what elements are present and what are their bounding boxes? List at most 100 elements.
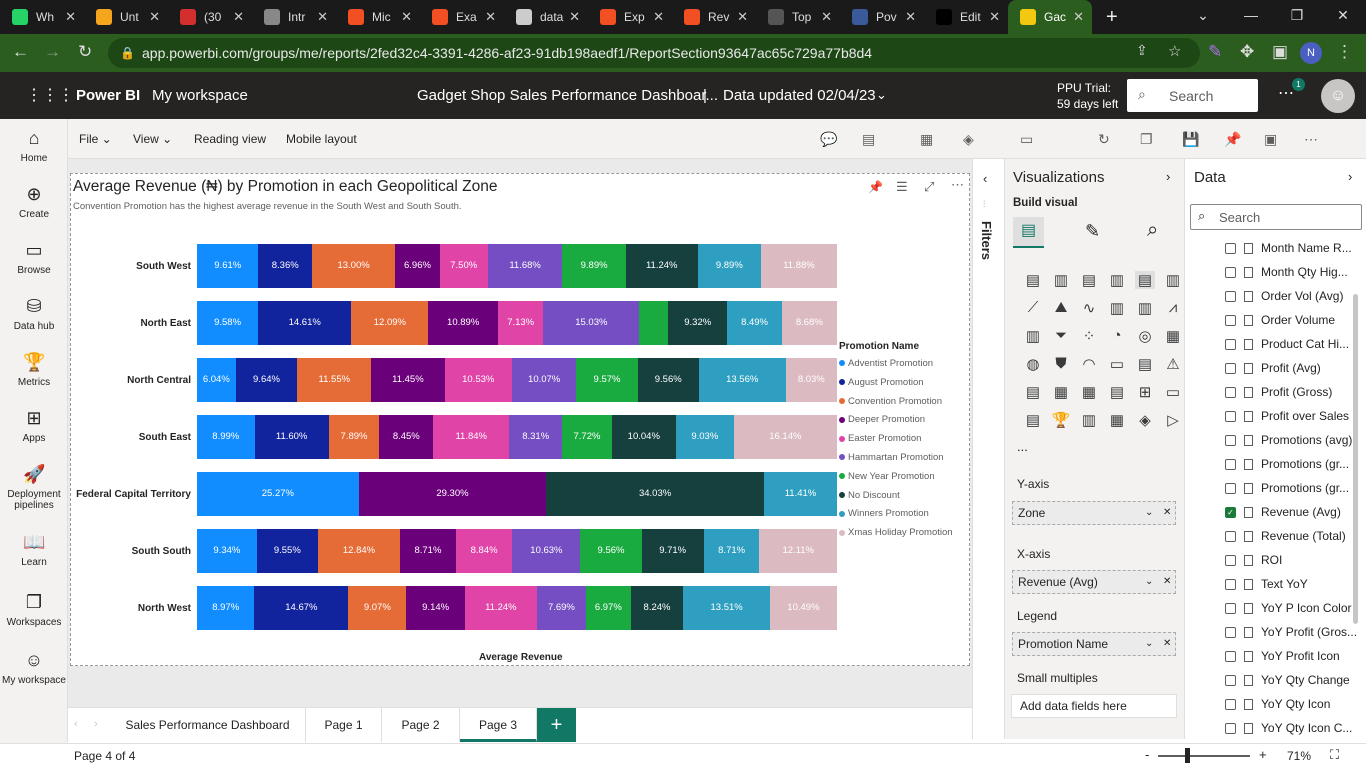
- rail-item-deployment-pipelines[interactable]: 🚀 Deployment pipelines: [0, 463, 68, 511]
- extensions-puzzle-icon[interactable]: ✥: [1240, 42, 1254, 62]
- visual-type-icon[interactable]: ▦: [1051, 383, 1071, 401]
- bar-segment[interactable]: 13.56%: [698, 358, 786, 402]
- field-item[interactable]: Revenue (Total): [1225, 529, 1360, 547]
- rail-item-home[interactable]: ⌂ Home: [0, 127, 68, 164]
- visual-type-icon[interactable]: ▤: [1079, 271, 1099, 289]
- browser-tab[interactable]: Exa ✕: [420, 0, 504, 34]
- bar-segment[interactable]: 11.41%: [763, 472, 837, 516]
- share-icon[interactable]: ⇪: [1136, 42, 1148, 59]
- page-tab[interactable]: Page 3: [460, 708, 537, 742]
- bar-segment[interactable]: 10.63%: [512, 529, 581, 573]
- bar-segment[interactable]: 8.03%: [785, 358, 837, 402]
- browser-tab[interactable]: Top ✕: [756, 0, 840, 34]
- visual-type-icon[interactable]: ▥: [1135, 299, 1155, 317]
- bar-segment[interactable]: 13.00%: [311, 244, 396, 288]
- mobile-layout-button[interactable]: Mobile layout: [286, 132, 357, 146]
- rail-item-browse[interactable]: ▭ Browse: [0, 239, 68, 276]
- fit-to-page-icon[interactable]: ⛶: [1330, 747, 1339, 763]
- header-search-box[interactable]: ⌕ Search: [1127, 79, 1258, 112]
- close-tab-icon[interactable]: ✕: [485, 9, 496, 25]
- filters-pane-collapsed[interactable]: ‹ ⫶ Filters: [972, 159, 1005, 739]
- bar-segment[interactable]: 8.97%: [197, 586, 255, 630]
- legend-item[interactable]: August Promotion: [839, 377, 924, 388]
- field-checkbox[interactable]: [1225, 555, 1236, 567]
- visual-type-icon[interactable]: ▦: [1107, 411, 1127, 429]
- expand-right-icon[interactable]: ›: [1166, 169, 1170, 184]
- text-box-icon[interactable]: ▤: [862, 131, 875, 148]
- stacked-bar-visual[interactable]: Average Revenue (₦) by Promotion in each…: [70, 173, 970, 666]
- bar-segment[interactable]: 15.03%: [543, 301, 640, 345]
- field-item[interactable]: Month Qty Hig...: [1225, 265, 1360, 283]
- field-item[interactable]: YoY Qty Icon: [1225, 697, 1360, 715]
- bar-segment[interactable]: 9.56%: [637, 358, 699, 402]
- bar-segment[interactable]: 29.30%: [358, 472, 547, 516]
- more-toolbar-icon[interactable]: ⋯: [1304, 131, 1318, 148]
- bar-segment[interactable]: 11.84%: [433, 415, 510, 459]
- bar-segment[interactable]: 9.89%: [562, 244, 626, 288]
- bar-segment[interactable]: 11.88%: [760, 244, 837, 288]
- bar-segment[interactable]: 8.36%: [258, 244, 312, 288]
- field-item[interactable]: Order Vol (Avg): [1225, 289, 1360, 307]
- bar-segment[interactable]: 7.89%: [328, 415, 380, 459]
- browser-tab[interactable]: Unt ✕: [84, 0, 168, 34]
- app-launcher-icon[interactable]: ⋮⋮⋮: [26, 85, 74, 105]
- bar-segment[interactable]: 7.50%: [439, 244, 488, 288]
- visual-type-icon[interactable]: ⚠: [1163, 355, 1183, 373]
- close-tab-icon[interactable]: ✕: [569, 9, 580, 25]
- visual-type-icon[interactable]: ⛰: [1051, 299, 1071, 316]
- field-item[interactable]: Order Volume: [1225, 313, 1360, 331]
- remove-field-icon[interactable]: ✕: [1163, 571, 1171, 593]
- zoom-in-button[interactable]: +: [1259, 747, 1267, 762]
- more-visuals[interactable]: ...: [1017, 439, 1028, 454]
- visual-type-icon[interactable]: ▤: [1023, 271, 1043, 289]
- bar-segment[interactable]: 13.51%: [683, 586, 770, 630]
- rail-item-learn[interactable]: 📖 Learn: [0, 531, 68, 568]
- field-item[interactable]: Promotions (gr...: [1225, 481, 1360, 499]
- bar-segment[interactable]: [639, 301, 668, 345]
- save-icon[interactable]: 💾: [1182, 131, 1199, 148]
- bar-segment[interactable]: 9.07%: [348, 586, 407, 630]
- visual-type-icon[interactable]: ⩘: [1163, 299, 1183, 316]
- bar-segment[interactable]: 25.27%: [197, 472, 359, 516]
- field-item[interactable]: Profit (Avg): [1225, 361, 1360, 379]
- visual-type-icon[interactable]: ▤: [1107, 383, 1127, 401]
- bar-segment[interactable]: 8.45%: [379, 415, 434, 459]
- tab-search-icon[interactable]: ⌄: [1180, 0, 1226, 30]
- legend-item[interactable]: Adventist Promotion: [839, 358, 933, 369]
- bar-segment[interactable]: 9.89%: [697, 244, 761, 288]
- bar-segment[interactable]: 8.99%: [197, 415, 255, 459]
- visual-type-icon[interactable]: ▥: [1023, 327, 1043, 345]
- visual-type-icon[interactable]: ⛊: [1051, 355, 1071, 372]
- zoom-slider[interactable]: [1158, 755, 1250, 757]
- visual-type-icon[interactable]: ⟋: [1023, 299, 1043, 316]
- close-tab-icon[interactable]: ✕: [233, 9, 244, 25]
- visual-type-icon[interactable]: ◍: [1023, 355, 1043, 373]
- field-checkbox[interactable]: [1225, 675, 1236, 687]
- field-checkbox[interactable]: [1225, 267, 1236, 279]
- extension-pen-icon[interactable]: ✎: [1208, 42, 1222, 62]
- field-checkbox[interactable]: [1225, 387, 1236, 399]
- bar-segment[interactable]: 12.84%: [317, 529, 401, 573]
- collapse-left-icon[interactable]: ‹: [983, 171, 987, 186]
- bar-segment[interactable]: 14.67%: [254, 586, 349, 630]
- bar-segment[interactable]: 14.61%: [258, 301, 352, 345]
- chevron-down-icon[interactable]: ⌄: [1145, 502, 1153, 524]
- visual-type-icon[interactable]: ◈: [1135, 411, 1155, 429]
- legend-item[interactable]: No Discount: [839, 490, 900, 501]
- field-item[interactable]: ROI: [1225, 553, 1360, 571]
- visual-type-icon[interactable]: ◎: [1135, 327, 1155, 345]
- visual-type-icon[interactable]: ▥: [1163, 271, 1183, 289]
- legend-field[interactable]: Promotion Name ⌄ ✕: [1012, 632, 1176, 656]
- visual-type-icon[interactable]: ▤: [1135, 271, 1155, 289]
- bar-segment[interactable]: 9.71%: [641, 529, 704, 573]
- visual-type-icon[interactable]: ▭: [1163, 383, 1183, 401]
- bar-segment[interactable]: 8.71%: [703, 529, 760, 573]
- prev-page-icon[interactable]: ‹: [74, 718, 78, 730]
- data-updated[interactable]: Data updated 02/04/23: [723, 87, 876, 104]
- bar-segment[interactable]: 9.57%: [576, 358, 638, 402]
- field-checkbox[interactable]: [1225, 435, 1236, 447]
- field-item[interactable]: Text YoY: [1225, 577, 1360, 595]
- bar-segment[interactable]: 11.60%: [254, 415, 329, 459]
- rail-item-apps[interactable]: ⊞ Apps: [0, 407, 68, 444]
- field-checkbox[interactable]: [1225, 699, 1236, 711]
